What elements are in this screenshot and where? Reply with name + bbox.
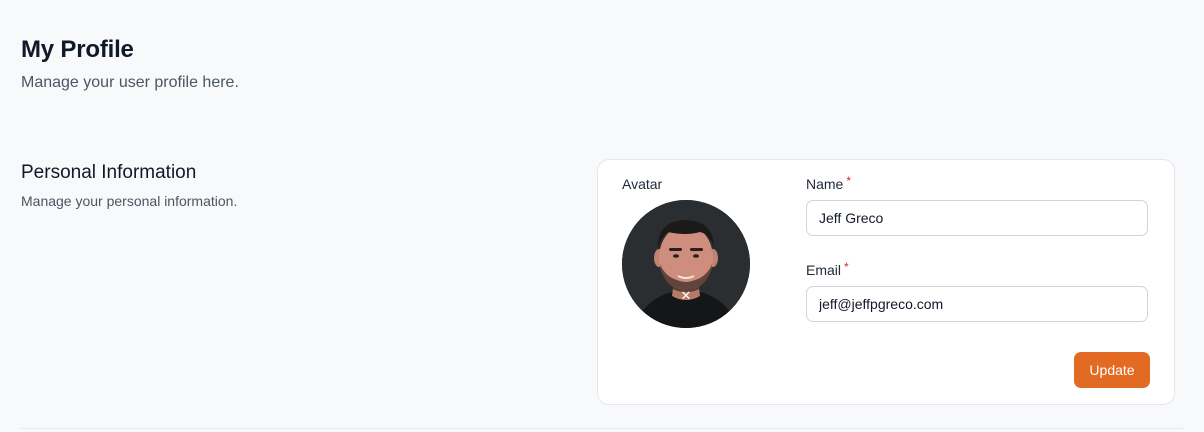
avatar-photo [622,200,750,328]
name-label: Name * [806,174,852,192]
email-label-text: Email [806,262,842,278]
section-divider [21,428,1183,429]
name-input[interactable] [806,200,1148,236]
personal-info-card: Avatar ✕ Name * Jeff Greco Email * jeff@… [597,159,1175,405]
avatar[interactable]: ✕ [622,200,750,328]
name-label-text: Name [806,176,844,192]
section-title: Personal Information [21,162,197,183]
avatar-label: Avatar [622,176,663,192]
email-label: Email * [806,260,849,278]
required-marker: * [846,174,852,188]
page-subtitle: Manage your user profile here. [21,74,239,91]
section-description: Manage your personal information. [21,193,238,209]
page-title: My Profile [21,36,134,63]
email-input[interactable] [806,286,1148,322]
required-marker: * [844,260,849,274]
remove-avatar-icon[interactable]: ✕ [679,289,693,303]
update-button[interactable]: Update [1074,352,1150,388]
